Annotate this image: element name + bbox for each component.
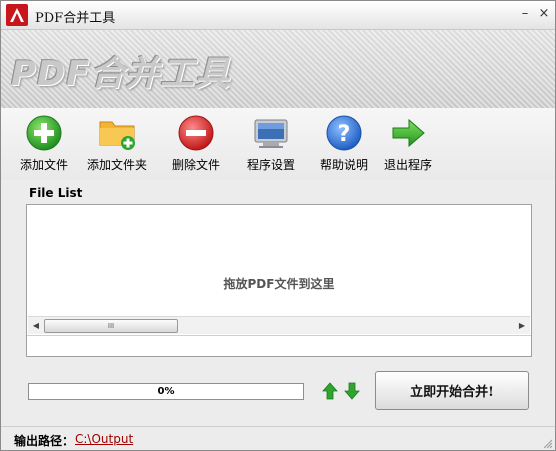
exit-button[interactable]: 退出程序: [373, 114, 443, 178]
minimize-button[interactable]: –: [517, 6, 533, 22]
file-list-panel[interactable]: 拖放PDF文件到这里 ◀ III ▶: [26, 204, 532, 357]
resize-grip-icon[interactable]: [543, 439, 553, 449]
add-file-button[interactable]: 添加文件: [9, 114, 79, 178]
delete-file-button[interactable]: 删除文件: [161, 114, 231, 178]
drop-hint: 拖放PDF文件到这里: [223, 277, 335, 291]
exit-arrow-icon: [392, 118, 425, 148]
add-file-icon: [26, 115, 62, 151]
exit-label: 退出程序: [383, 158, 432, 172]
help-label: 帮助说明: [319, 158, 368, 172]
status-bar: 输出路径： C:\Output: [1, 426, 555, 450]
settings-button[interactable]: 程序设置: [236, 114, 306, 178]
svg-text:?: ?: [338, 122, 351, 147]
close-button[interactable]: ×: [536, 6, 552, 22]
start-merge-button[interactable]: 立即开始合并!: [375, 371, 529, 410]
window-title: PDF合并工具: [35, 11, 116, 26]
delete-file-label: 删除文件: [171, 158, 220, 172]
help-button[interactable]: ? 帮助说明: [309, 114, 379, 178]
scroll-left-icon[interactable]: ◀: [30, 320, 42, 331]
add-folder-label: 添加文件夹: [86, 158, 147, 172]
output-path-label: 输出路径：: [14, 434, 75, 448]
app-logo-icon: [6, 4, 28, 26]
panel-divider: [27, 335, 531, 336]
progress-bar: 0%: [28, 383, 304, 400]
scroll-thumb[interactable]: III: [44, 319, 178, 333]
app-window: PDF合并工具 – × PDF合并工具 添加文件 添加文件夹 删除文件 程序设置…: [0, 0, 556, 451]
horizontal-scrollbar[interactable]: ◀ III ▶: [28, 316, 530, 334]
delete-icon: [178, 115, 214, 151]
title-bar[interactable]: PDF合并工具 – ×: [1, 1, 555, 30]
move-up-icon[interactable]: [322, 381, 338, 401]
banner: PDF合并工具: [1, 30, 555, 108]
output-path-link[interactable]: C:\Output: [75, 432, 133, 446]
help-icon: ?: [326, 115, 362, 151]
file-list-title: File List: [29, 186, 83, 200]
scroll-right-icon[interactable]: ▶: [516, 320, 528, 331]
add-file-label: 添加文件: [19, 158, 68, 172]
add-folder-button[interactable]: 添加文件夹: [82, 114, 152, 178]
settings-label: 程序设置: [246, 158, 295, 172]
add-folder-icon: [99, 121, 135, 150]
move-down-icon[interactable]: [344, 381, 360, 401]
progress-text: 0%: [157, 386, 175, 397]
settings-monitor-icon: [254, 119, 288, 148]
toolbar: 添加文件 添加文件夹 删除文件 程序设置 ? 帮助说明 退出程序: [1, 108, 555, 180]
banner-title: PDF合并工具: [11, 54, 231, 94]
